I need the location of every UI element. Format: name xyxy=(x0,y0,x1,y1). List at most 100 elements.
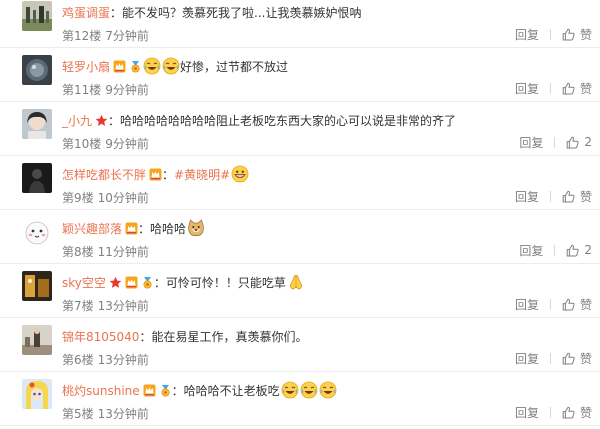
comment-time: 9分钟前 xyxy=(105,83,149,97)
username-link[interactable]: 轻罗小扇 xyxy=(62,58,110,75)
comment-item: _小九 ：哈哈哈哈哈哈哈哈阻止老板吃东西大家的心可以说是非常的齐了第10楼 9分钟前… xyxy=(0,102,600,156)
floor-number: 第8楼 xyxy=(62,245,94,259)
vip-crown-badge[interactable] xyxy=(125,276,138,289)
floor-number: 第6楼 xyxy=(62,353,94,367)
reply-button[interactable]: 回复 xyxy=(515,80,539,97)
comment-time: 10分钟前 xyxy=(97,191,149,205)
laugh-cry-emoji xyxy=(300,381,318,399)
like-label: 赞 xyxy=(579,297,592,312)
comment-actions: 回复 赞 xyxy=(515,80,592,97)
like-button[interactable]: 2 xyxy=(566,135,592,149)
like-button[interactable]: 赞 xyxy=(562,296,592,313)
comment-item: 锦年8105040：能在易星工作，真羡慕你们。 第6楼 13分钟前 回复 赞 xyxy=(0,318,600,372)
like-count: 2 xyxy=(584,243,592,257)
topic-link[interactable]: #黄晓明# xyxy=(174,166,230,183)
username-link[interactable]: 锦年8105040 xyxy=(62,328,139,345)
like-label: 赞 xyxy=(579,27,592,42)
username-link[interactable]: _小九 xyxy=(62,112,92,129)
action-divider xyxy=(549,82,551,94)
action-divider xyxy=(549,190,551,202)
vip-crown-badge[interactable] xyxy=(143,384,156,397)
star-badge[interactable] xyxy=(95,114,108,127)
action-divider xyxy=(554,244,556,256)
comment-actions: 回复 赞 xyxy=(515,188,592,205)
reply-button[interactable]: 回复 xyxy=(519,134,543,151)
vip-crown-badge[interactable] xyxy=(125,222,138,235)
username-link[interactable]: 颖兴趣部落 xyxy=(62,220,122,237)
doge-emoji xyxy=(187,219,205,237)
comment-time: 7分钟前 xyxy=(105,29,149,43)
like-label: 赞 xyxy=(579,351,592,366)
comment-text: 哈哈哈 xyxy=(150,221,187,236)
username-link[interactable]: 怎样吃都长不胖 xyxy=(62,166,146,183)
pray-emoji xyxy=(287,273,305,291)
thumbs-up-icon xyxy=(562,298,575,311)
comment-item: 轻罗小扇 好惨，过节都不放过 第11楼 9分钟前 回复 赞 xyxy=(0,48,600,102)
reply-button[interactable]: 回复 xyxy=(515,188,539,205)
star-badge[interactable] xyxy=(109,276,122,289)
like-button[interactable]: 赞 xyxy=(562,188,592,205)
comment-meta: 第7楼 13分钟前 xyxy=(62,297,149,314)
avatar[interactable] xyxy=(22,109,52,139)
username-link[interactable]: 桃灼sunshine xyxy=(62,382,140,399)
comment-meta: 第12楼 7分钟前 xyxy=(62,27,149,44)
avatar[interactable] xyxy=(22,217,52,247)
comment-body: sky空空 ：可怜可怜！！只能吃草 xyxy=(62,273,305,291)
like-button[interactable]: 赞 xyxy=(562,404,592,421)
reply-button[interactable]: 回复 xyxy=(519,242,543,259)
comment-actions: 回复 2 xyxy=(519,242,592,259)
laugh-cry-emoji xyxy=(319,381,337,399)
comment-body: 怎样吃都长不胖 ： #黄晓明# xyxy=(62,165,249,183)
floor-number: 第10楼 xyxy=(62,137,102,151)
floor-number: 第9楼 xyxy=(62,191,94,205)
grin-emoji xyxy=(231,165,249,183)
laugh-cry-emoji xyxy=(162,57,180,75)
comment-colon: ： xyxy=(139,329,152,344)
avatar[interactable] xyxy=(22,271,52,301)
like-button[interactable]: 赞 xyxy=(562,26,592,43)
medal-badge[interactable] xyxy=(159,384,172,397)
thumbs-up-icon xyxy=(562,82,575,95)
vip-crown-badge[interactable] xyxy=(113,60,126,73)
like-button[interactable]: 2 xyxy=(566,243,592,257)
thumbs-up-icon xyxy=(566,244,579,257)
comment-list: 鸡蛋调蛋：能不发吗？羡慕死我了啦...让我羡慕嫉妒恨呐 第12楼 7分钟前 回复赞轻罗… xyxy=(0,0,600,429)
comment-meta: 第6楼 13分钟前 xyxy=(62,351,149,368)
reply-button[interactable]: 回复 xyxy=(515,350,539,367)
vip-crown-badge[interactable] xyxy=(149,168,162,181)
comment-actions: 回复 赞 xyxy=(515,296,592,313)
comment-actions: 回复 赞 xyxy=(515,350,592,367)
comment-body: _小九 ：哈哈哈哈哈哈哈哈阻止老板吃东西大家的心可以说是非常的齐了 xyxy=(62,111,456,129)
comment-colon: ： xyxy=(138,221,151,236)
action-divider xyxy=(554,136,556,148)
like-button[interactable]: 赞 xyxy=(562,80,592,97)
avatar[interactable] xyxy=(22,1,52,31)
comment-body: 锦年8105040：能在易星工作，真羡慕你们。 xyxy=(62,327,307,345)
medal-badge[interactable] xyxy=(129,60,142,73)
comment-body: 颖兴趣部落 ：哈哈哈 xyxy=(62,219,205,237)
action-divider xyxy=(549,352,551,364)
comment-time: 13分钟前 xyxy=(97,407,149,421)
comment-colon: ： xyxy=(162,167,175,182)
comment-time: 13分钟前 xyxy=(97,299,149,313)
comment-time: 9分钟前 xyxy=(105,137,149,151)
avatar[interactable] xyxy=(22,379,52,409)
username-link[interactable]: sky空空 xyxy=(62,274,106,291)
comment-time: 13分钟前 xyxy=(97,353,149,367)
username-link[interactable]: 鸡蛋调蛋 xyxy=(62,4,110,21)
medal-badge[interactable] xyxy=(141,276,154,289)
comment-text: 能在易星工作，真羡慕你们。 xyxy=(151,329,308,344)
reply-button[interactable]: 回复 xyxy=(515,26,539,43)
laugh-cry-emoji xyxy=(143,57,161,75)
avatar[interactable] xyxy=(22,325,52,355)
like-button[interactable]: 赞 xyxy=(562,350,592,367)
avatar[interactable] xyxy=(22,55,52,85)
like-label: 赞 xyxy=(579,189,592,204)
comment-item: 怎样吃都长不胖 ： #黄晓明# 第9楼 10分钟前 回复 赞 xyxy=(0,156,600,210)
floor-number: 第7楼 xyxy=(62,299,94,313)
reply-button[interactable]: 回复 xyxy=(515,404,539,421)
avatar[interactable] xyxy=(22,163,52,193)
comment-colon: ： xyxy=(171,383,184,398)
comment-body: 桃灼sunshine ：哈哈哈不让老板吃 xyxy=(62,381,337,399)
reply-button[interactable]: 回复 xyxy=(515,296,539,313)
